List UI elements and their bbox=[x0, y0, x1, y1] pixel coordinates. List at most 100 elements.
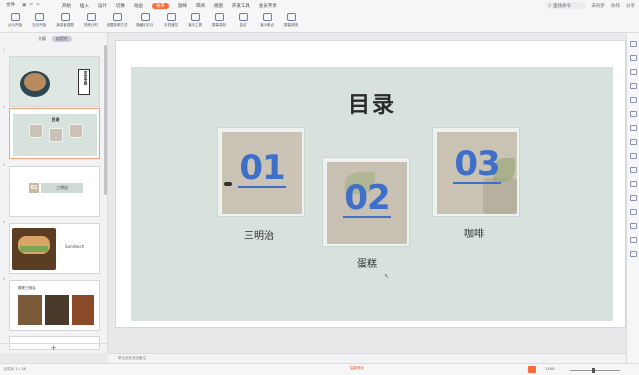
meeting-icon bbox=[238, 13, 248, 21]
thumbnail-slide-3[interactable]: 01 三明治 bbox=[9, 166, 100, 217]
ribbon-from-current[interactable]: 当页开始 bbox=[28, 11, 50, 28]
thumbnail-number: 2 bbox=[3, 105, 6, 109]
play-icon bbox=[10, 13, 20, 21]
help-icon[interactable] bbox=[630, 251, 637, 257]
panel-scrollbar[interactable] bbox=[104, 45, 107, 195]
menu-home[interactable]: 开始 bbox=[62, 3, 71, 9]
settings-icon[interactable] bbox=[630, 237, 637, 243]
tab-slides[interactable]: 幻灯片 bbox=[52, 35, 72, 42]
ribbon-from-start[interactable]: 从头开始 bbox=[4, 11, 26, 28]
menu-insert[interactable]: 插入 bbox=[80, 3, 89, 9]
toc-number: 03 bbox=[454, 144, 500, 184]
thumbnail-slide-1[interactable]: 美食专题 bbox=[9, 56, 100, 107]
toc-caption[interactable]: 蛋糕 bbox=[357, 255, 377, 270]
main-menus: 开始 插入 设计 切换 动画 效率 放映 审阅 视图 开发工具 会员专享 bbox=[62, 2, 277, 9]
presentation-app: 文件 ▣ ↶ ↷ 开始 插入 设计 切换 动画 效率 放映 审阅 视图 开发工具… bbox=[0, 0, 639, 375]
transition-icon[interactable] bbox=[630, 167, 637, 173]
ribbon-present-tools[interactable]: 演示工具 bbox=[184, 11, 206, 28]
slide-title[interactable]: 目录 bbox=[131, 87, 613, 119]
slide-background: 目录 01 三明治 02 蛋糕 03 咖啡 bbox=[131, 67, 613, 321]
phone-icon bbox=[166, 13, 176, 21]
menu-review[interactable]: 审阅 bbox=[196, 3, 205, 9]
slide-counter: 幻灯片 2 / 16 bbox=[4, 367, 26, 371]
ribbon-toolbar: 从头开始 当页开始 演讲者视图 排练计时 设置放映方式 隐藏幻灯片 手机遥控 演… bbox=[0, 11, 639, 33]
thumbnail-title: 三明治 bbox=[56, 185, 68, 190]
slide-canvas[interactable]: 目录 01 三明治 02 蛋糕 03 咖啡 bbox=[115, 40, 626, 328]
thumbnail-title: Sandwich bbox=[65, 244, 85, 249]
add-slide-button[interactable]: + bbox=[0, 343, 107, 353]
undo-icon[interactable]: ↶ bbox=[29, 3, 33, 8]
panel-tabs: 大纲 幻灯片 bbox=[0, 33, 107, 44]
ribbon-slideshow-settings[interactable]: 设置放映方式 bbox=[104, 11, 130, 28]
zoom-level[interactable]: 128% bbox=[545, 367, 555, 371]
thumbnail-slide-4[interactable]: Sandwich bbox=[9, 223, 100, 274]
menu-design[interactable]: 设计 bbox=[98, 3, 107, 9]
menu-bar: 文件 ▣ ↶ ↷ 开始 插入 设计 切换 动画 效率 放映 审阅 视图 开发工具… bbox=[0, 0, 639, 11]
ribbon-phone-remote[interactable]: 手机遥控 bbox=[160, 11, 182, 28]
thumbnail-number: 1 bbox=[3, 48, 6, 52]
sync-status[interactable]: 未同步 bbox=[592, 3, 606, 9]
menu-active[interactable]: 效率 bbox=[151, 2, 169, 9]
design-icon[interactable] bbox=[630, 41, 637, 47]
layout-icon[interactable] bbox=[630, 153, 637, 159]
comment-icon[interactable] bbox=[630, 181, 637, 187]
play-button[interactable] bbox=[528, 366, 536, 373]
thumbnail-number: 4 bbox=[3, 220, 6, 224]
ribbon-hide-slide[interactable]: 隐藏幻灯片 bbox=[132, 11, 158, 28]
background-icon[interactable] bbox=[630, 139, 637, 145]
animation-icon[interactable] bbox=[630, 55, 637, 61]
share-button[interactable]: 分享 bbox=[626, 3, 635, 9]
ribbon-screen-record[interactable]: 屏幕录制 bbox=[208, 11, 230, 28]
thumbnail-slide-2[interactable]: 目录 bbox=[9, 108, 100, 159]
smart-beautify-button[interactable]: 智能美化 bbox=[350, 366, 364, 371]
menu-slideshow[interactable]: 放映 bbox=[178, 3, 187, 9]
property-icon[interactable] bbox=[630, 195, 637, 201]
ribbon-focus[interactable]: 演示焦点 bbox=[256, 11, 278, 28]
search-placeholder: 查找命令 bbox=[553, 3, 572, 9]
zoom-slider[interactable] bbox=[570, 370, 620, 371]
menu-animation[interactable]: 动画 bbox=[134, 3, 143, 9]
command-search[interactable]: ⌕ 查找命令 bbox=[545, 2, 586, 9]
notes-placeholder: 单击此处添加备注 bbox=[118, 356, 146, 360]
menu-transition[interactable]: 切换 bbox=[116, 3, 125, 9]
chart-icon[interactable] bbox=[630, 125, 637, 131]
save-icon[interactable]: ▣ bbox=[22, 3, 26, 8]
menu-dev-tools[interactable]: 开发工具 bbox=[232, 3, 250, 9]
timer-icon bbox=[86, 13, 96, 21]
redo-icon[interactable]: ↷ bbox=[36, 3, 40, 8]
toc-card-3[interactable]: 03 bbox=[432, 127, 520, 217]
settings-icon bbox=[112, 13, 122, 21]
toc-caption[interactable]: 三明治 bbox=[244, 227, 274, 242]
toc-card-2[interactable]: 02 bbox=[322, 157, 410, 247]
zoom-slider-knob[interactable] bbox=[592, 368, 595, 373]
toc-card-1[interactable]: 01 bbox=[217, 127, 305, 217]
ribbon-screen-cast[interactable]: 屏幕放映 bbox=[280, 11, 302, 28]
file-menu[interactable]: 文件 bbox=[3, 2, 18, 10]
notes-area[interactable]: 单击此处添加备注 bbox=[108, 353, 626, 363]
table-icon[interactable] bbox=[630, 111, 637, 117]
text-icon[interactable] bbox=[630, 97, 637, 103]
toc-caption[interactable]: 咖啡 bbox=[464, 225, 484, 240]
ribbon-rehearse[interactable]: 排练计时 bbox=[80, 11, 102, 28]
menu-view[interactable]: 视图 bbox=[214, 3, 223, 9]
focus-icon bbox=[262, 13, 272, 21]
pen-icon bbox=[190, 13, 200, 21]
record-icon bbox=[214, 13, 224, 21]
menubar-right: ⌕ 查找命令 未同步 协作 分享 bbox=[545, 0, 635, 11]
play-current-icon bbox=[34, 13, 44, 21]
image-icon[interactable] bbox=[630, 83, 637, 89]
share-icon[interactable] bbox=[630, 223, 637, 229]
collab-button[interactable]: 协作 bbox=[611, 3, 620, 9]
backup-icon[interactable] bbox=[630, 209, 637, 215]
ribbon-meeting[interactable]: 会议 bbox=[232, 11, 254, 28]
toc-underline bbox=[238, 186, 286, 188]
menu-member[interactable]: 会员专享 bbox=[259, 3, 277, 9]
thumbnail-slide-5[interactable]: 推荐三明治 bbox=[9, 280, 100, 331]
mouse-cursor-icon: ↖ bbox=[384, 273, 390, 280]
hide-icon bbox=[140, 13, 150, 21]
ribbon-presenter-view[interactable]: 演讲者视图 bbox=[52, 11, 78, 28]
tab-outline[interactable]: 大纲 bbox=[38, 36, 46, 42]
shape-icon[interactable] bbox=[630, 69, 637, 75]
right-toolbar bbox=[626, 33, 639, 363]
toc-number: 01 bbox=[239, 148, 285, 188]
